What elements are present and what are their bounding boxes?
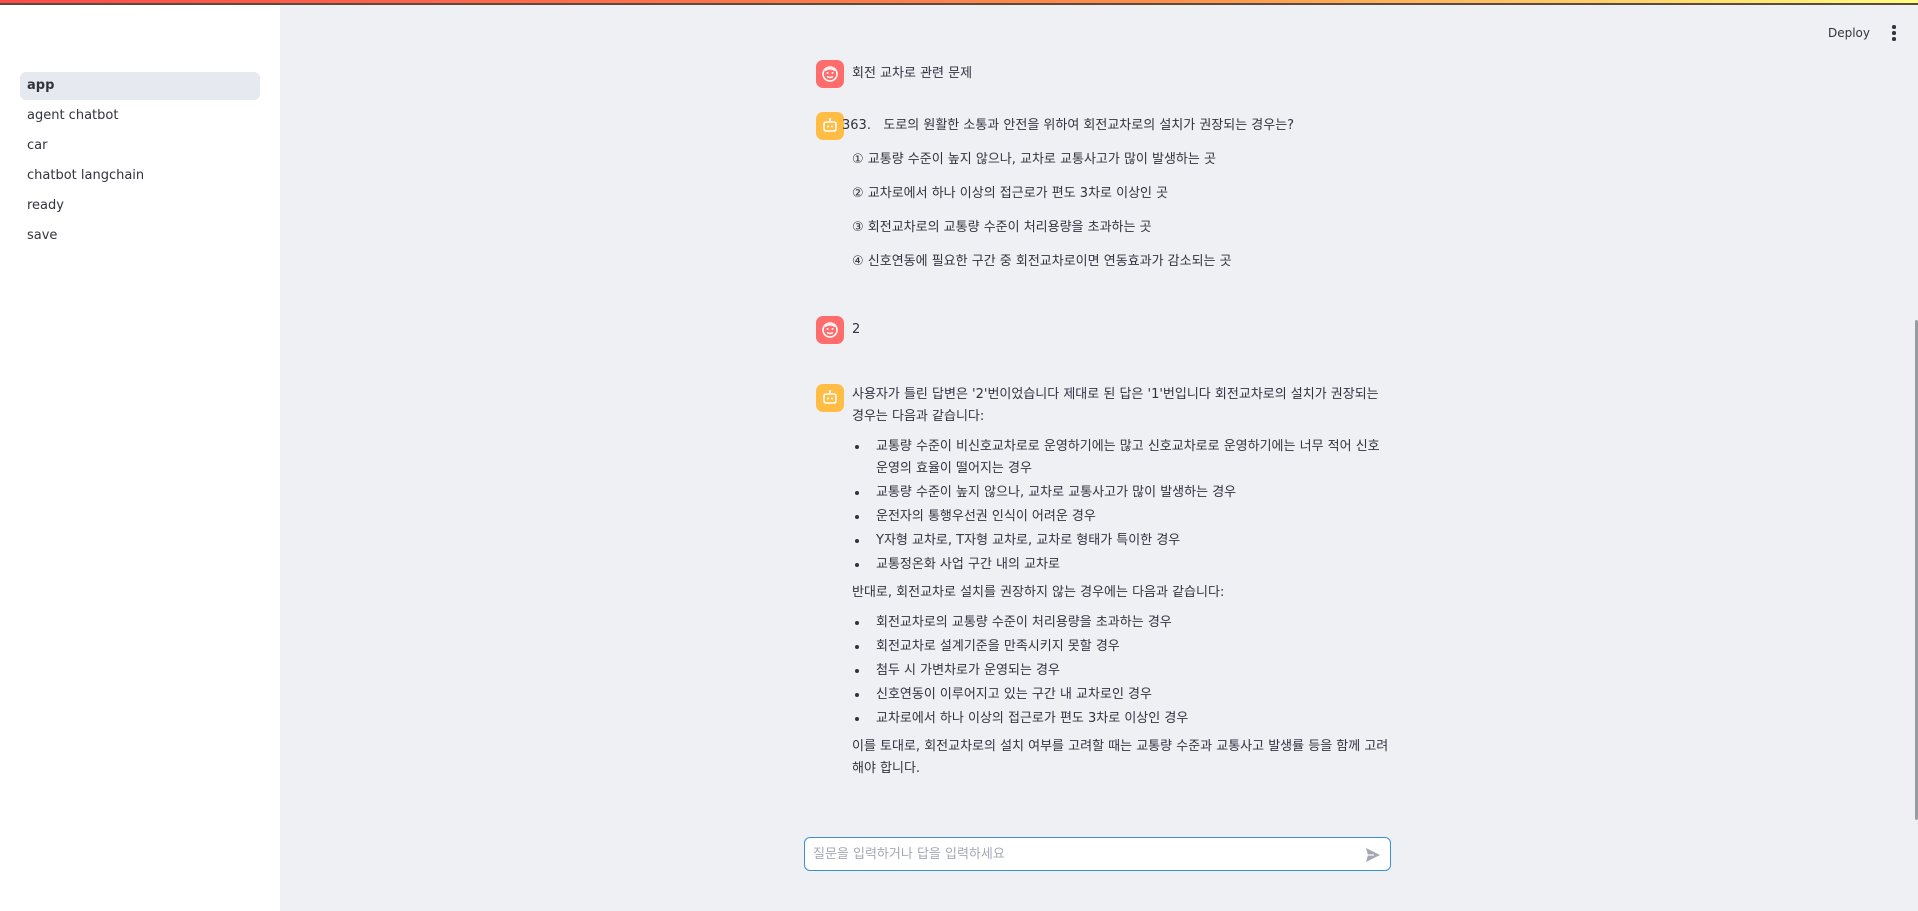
list-item: Y자형 교차로, T자형 교차로, 교차로 형태가 특이한 경우 — [852, 530, 1390, 552]
top-decoration-line — [0, 3, 1918, 5]
assistant-avatar-icon — [816, 384, 844, 412]
question-block: 363. 도로의 원활한 소통과 안전을 위하여 회전교차로의 설치가 권장되는… — [842, 112, 1295, 273]
sidebar-item-ready[interactable]: ready — [20, 192, 260, 220]
user-avatar-icon — [816, 316, 844, 344]
list-item: 첨두 시 가변차로가 운영되는 경우 — [852, 660, 1390, 682]
answer-conclusion: 이를 토대로, 회전교차로의 설치 여부를 고려할 때는 교통량 수준과 교통사… — [852, 739, 1389, 776]
list-item: 운전자의 통행우선권 인식이 어려운 경우 — [852, 506, 1390, 528]
sidebar-nav: app agent chatbot car chatbot langchain … — [20, 72, 260, 252]
chat-input-box — [804, 837, 1391, 871]
list-item: 교통량 수준이 높지 않으나, 교차로 교통사고가 많이 발생하는 경우 — [852, 482, 1390, 504]
sidebar: app agent chatbot car chatbot langchain … — [0, 5, 280, 911]
kebab-menu-icon[interactable] — [1888, 24, 1900, 42]
recommended-list: 교통량 수준이 비신호교차로로 운영하기에는 많고 신호교차로로 운영하기에는 … — [852, 436, 1390, 576]
message-text: 회전 교차로 관련 문제 — [852, 66, 973, 81]
not-recommended-list: 회전교차로의 교통량 수준이 처리용량을 초과하는 경우 회전교차로 설계기준을… — [852, 612, 1390, 730]
deploy-button[interactable]: Deploy — [1828, 26, 1870, 40]
sidebar-item-app[interactable]: app — [20, 72, 260, 100]
question-number: 363. — [842, 118, 871, 133]
option-3: ③ 회전교차로의 교통량 수준이 처리용량을 초과하는 곳 — [852, 220, 1152, 235]
option-1: ① 교통량 수준이 높지 않으나, 교차로 교통사고가 많이 발생하는 곳 — [852, 152, 1216, 167]
chat-message-user: 회전 교차로 관련 문제 — [816, 60, 1391, 112]
list-item: 회전교차로 설계기준을 만족시키지 못할 경우 — [852, 636, 1390, 658]
sidebar-item-save[interactable]: save — [20, 222, 260, 250]
send-icon[interactable] — [1364, 846, 1382, 864]
answer-block: 사용자가 틀린 답변은 '2'번이었습니다 제대로 된 답은 '1'번입니다 회… — [852, 384, 1390, 780]
user-avatar-icon — [816, 60, 844, 88]
list-item: 교통량 수준이 비신호교차로로 운영하기에는 많고 신호교차로로 운영하기에는 … — [852, 436, 1390, 480]
message-text: 2 — [852, 322, 861, 337]
question-text: 도로의 원활한 소통과 안전을 위하여 회전교차로의 설치가 권장되는 경우는? — [883, 118, 1295, 133]
header-actions: Deploy — [1828, 24, 1900, 42]
answer-intro: 사용자가 틀린 답변은 '2'번이었습니다 제대로 된 답은 '1'번입니다 회… — [852, 387, 1379, 424]
chat-message-assistant: 363. 도로의 원활한 소통과 안전을 위하여 회전교차로의 설치가 권장되는… — [816, 112, 1391, 316]
sidebar-item-agent-chatbot[interactable]: agent chatbot — [20, 102, 260, 130]
chat-area: 회전 교차로 관련 문제 363. 도로의 원활한 소통과 안전을 위하여 회전… — [816, 60, 1391, 780]
answer-middle: 반대로, 회전교차로 설치를 권장하지 않는 경우에는 다음과 같습니다: — [852, 585, 1225, 600]
option-2: ② 교차로에서 하나 이상의 접근로가 편도 3차로 이상인 곳 — [852, 186, 1169, 201]
list-item: 신호연동이 이루어지고 있는 구간 내 교차로인 경우 — [852, 684, 1390, 706]
list-item: 교통정온화 사업 구간 내의 교차로 — [852, 554, 1390, 576]
list-item: 교차로에서 하나 이상의 접근로가 편도 3차로 이상인 경우 — [852, 708, 1390, 730]
option-4: ④ 신호연동에 필요한 구간 중 회전교차로이면 연동효과가 감소되는 곳 — [852, 254, 1232, 269]
sidebar-item-chatbot-langchain[interactable]: chatbot langchain — [20, 162, 260, 190]
chat-message-assistant: 사용자가 틀린 답변은 '2'번이었습니다 제대로 된 답은 '1'번입니다 회… — [816, 384, 1391, 780]
sidebar-item-car[interactable]: car — [20, 132, 260, 160]
chat-input[interactable] — [813, 838, 1353, 870]
chat-message-user: 2 — [816, 316, 1391, 384]
assistant-avatar-icon — [816, 112, 844, 140]
list-item: 회전교차로의 교통량 수준이 처리용량을 초과하는 경우 — [852, 612, 1390, 634]
